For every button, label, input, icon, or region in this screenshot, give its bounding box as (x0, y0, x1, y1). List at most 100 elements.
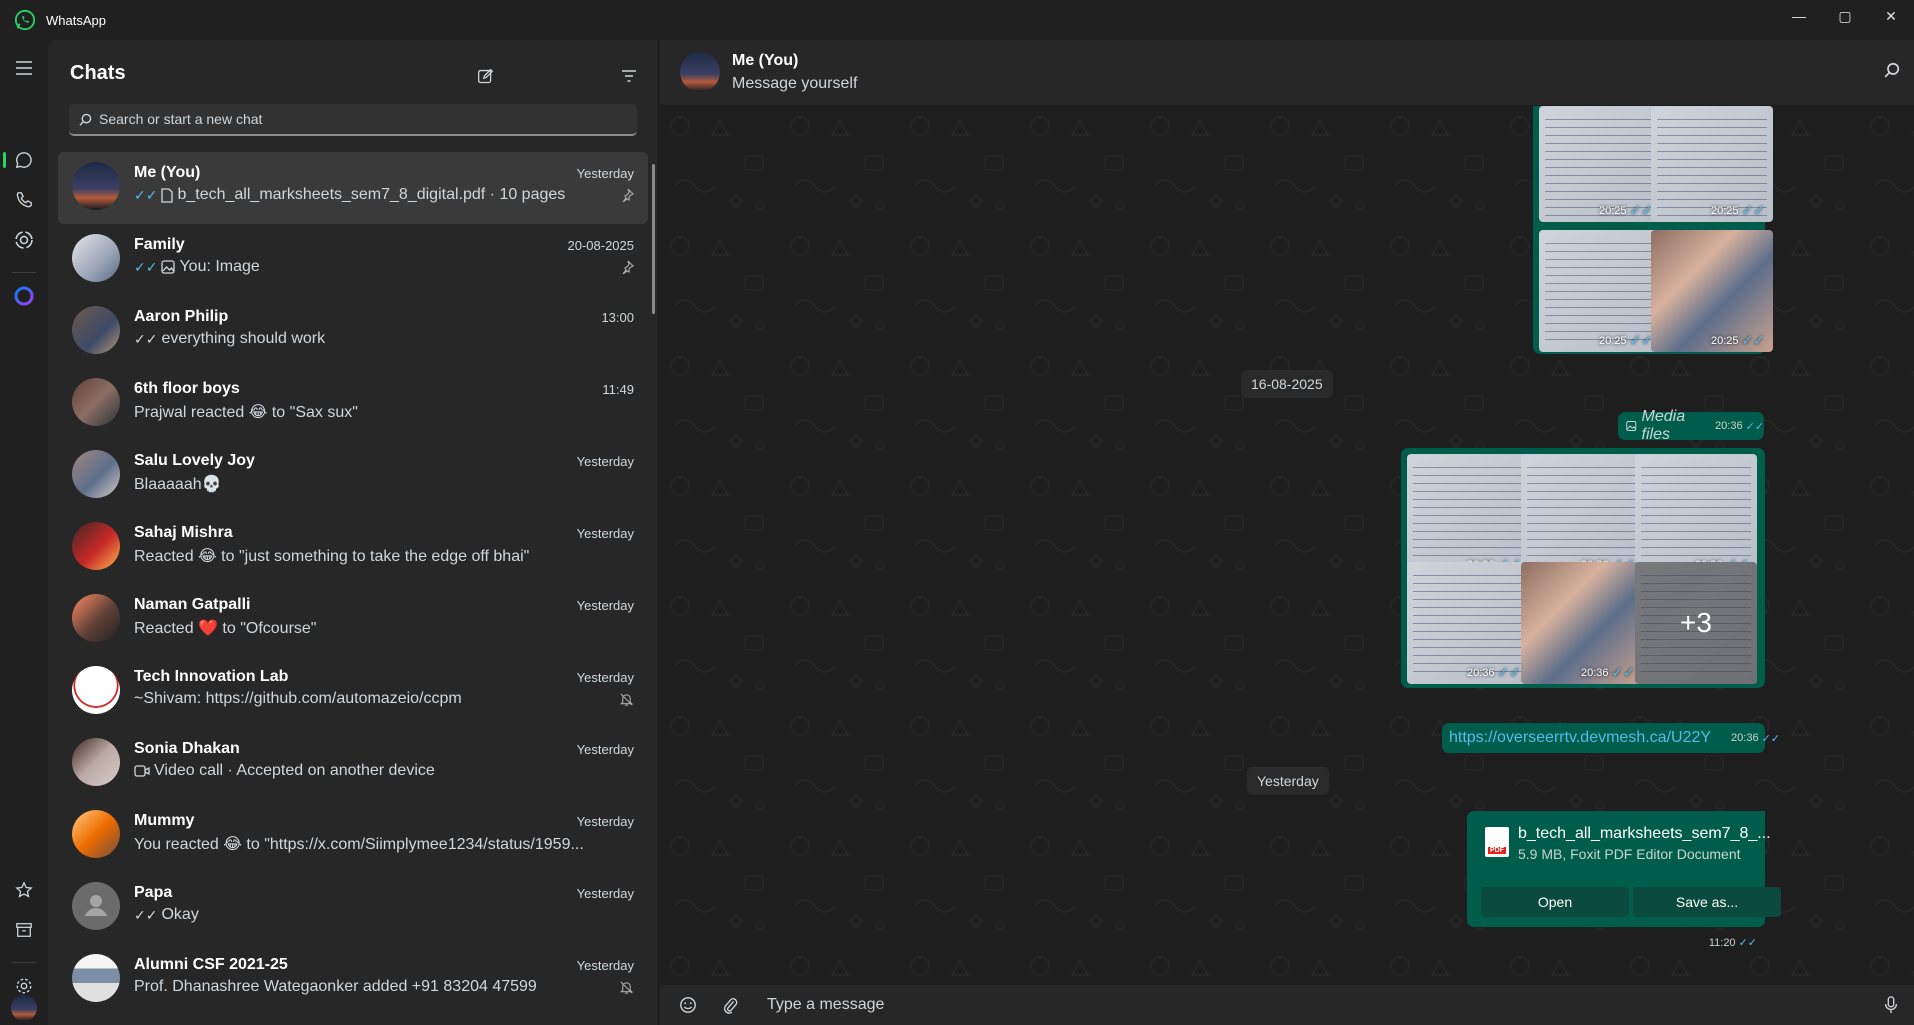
nav-calls-button[interactable] (0, 182, 48, 218)
media-thumbnail[interactable]: 20:36✓✓ (1407, 454, 1529, 576)
list-item[interactable]: 6th floor boys 11:49 Prajwal reacted 😂 to … (58, 368, 648, 440)
media-thumbnail[interactable]: 20:25 ✓✓ (1539, 230, 1661, 352)
maximize-button[interactable]: ▢ (1822, 0, 1868, 32)
chat-time: Yesterday (576, 166, 634, 181)
pdf-file-icon: PDF (1485, 827, 1509, 857)
chat-time: Yesterday (576, 886, 634, 901)
file-card[interactable]: PDF b_tech_all_marksheets_sem7_8_... 5.9… (1473, 817, 1781, 927)
nav-status-button[interactable] (0, 222, 48, 258)
message-link[interactable]: https://overseerrtv.devmesh.ca/U22Y (1449, 729, 1711, 747)
menu-button[interactable] (0, 50, 48, 86)
list-item[interactable]: Sahaj Mishra Yesterday Reacted 😂 to "just … (58, 512, 648, 584)
attach-button[interactable] (720, 995, 740, 1015)
chat-name: Alumni CSF 2021-25 (134, 956, 288, 973)
read-tick-icon: ✓✓ (1761, 732, 1781, 745)
date-separator: 16-08-2025 (1241, 370, 1333, 398)
nav-archived-button[interactable] (0, 912, 48, 948)
archive-icon (16, 923, 32, 937)
navigation-rail (0, 40, 48, 1025)
document-icon (161, 187, 174, 203)
message-time: 20:25 (1599, 204, 1627, 217)
media-files-header[interactable]: Media files 20:36 ✓✓ (1618, 408, 1764, 443)
image-icon (1626, 420, 1637, 432)
chat-preview: ✓✓ b_tech_all_marksheets_sem7_8_digital.p… (134, 186, 565, 204)
list-item[interactable]: Family 20-08-2025 ✓✓ You: Image (58, 224, 648, 296)
meta-ai-icon (14, 286, 34, 306)
list-item[interactable]: Mummy Yesterday You reacted 😂 to "https://… (58, 800, 648, 872)
read-tick-icon: ✓✓ (134, 186, 158, 203)
nav-starred-button[interactable] (0, 872, 48, 908)
media-thumbnail[interactable]: 20:25 ✓✓ (1651, 106, 1773, 222)
chat-preview: Video call · Accepted on another device (134, 762, 435, 780)
list-item[interactable]: Salu Lovely Joy Yesterday Blaaaaah💀 (58, 440, 648, 512)
date-separator: Yesterday (1247, 767, 1329, 795)
chat-preview-text: Prajwal reacted 😂 to "Sax sux" (134, 404, 358, 421)
conversation-header[interactable]: Me (You) Message yourself (660, 40, 1914, 106)
scrollbar-thumb[interactable] (652, 164, 655, 314)
chat-time: Yesterday (576, 742, 634, 757)
search-input[interactable] (99, 111, 619, 127)
list-item[interactable]: Tech Innovation Lab Yesterday ~Shivam: htt… (58, 656, 648, 728)
chat-preview-text: You: Image (179, 258, 260, 275)
minimize-button[interactable]: — (1776, 0, 1822, 32)
video-icon (134, 765, 150, 777)
save-as-button[interactable]: Save as... (1633, 887, 1781, 917)
message-time: 20:25 (1711, 334, 1739, 347)
media-group-message: 20:25 ✓✓ 20:25 ✓✓ 20:25 ✓✓ 20:25 ✓✓ (1533, 106, 1773, 354)
voice-message-button[interactable] (1881, 995, 1901, 1015)
compose-icon (477, 68, 493, 83)
search-box[interactable] (69, 104, 637, 136)
media-group-message: 20:36✓✓ 20:36✓✓ 20:36✓✓ 20:36✓✓ 20:36✓✓ … (1401, 448, 1765, 688)
chat-name: Mummy (134, 812, 195, 829)
emoji-icon (680, 997, 696, 1013)
chat-name: Family (134, 236, 185, 253)
close-button[interactable]: ✕ (1868, 0, 1914, 32)
list-item[interactable]: Me (You) Yesterday ✓✓ b_tech_all_marksheets… (58, 152, 648, 224)
chat-time: 20-08-2025 (567, 238, 635, 253)
more-count: +3 (1635, 562, 1757, 684)
read-tick-icon: ✓✓ (1741, 202, 1765, 218)
delivered-tick-icon: ✓✓ (134, 330, 158, 347)
list-item[interactable]: Alumni CSF 2021-25 Yesterday Prof. Dhanash… (58, 944, 648, 1016)
media-thumbnail[interactable]: 20:36✓✓ (1521, 562, 1643, 684)
list-item[interactable]: Papa Yesterday ✓✓ Okay (58, 872, 648, 944)
chat-preview-text: Reacted ❤️ to "Ofcourse" (134, 620, 317, 637)
media-thumbnail[interactable]: 20:36✓✓ (1635, 454, 1757, 576)
chat-preview: Prajwal reacted 😂 to "Sax sux" (134, 402, 358, 422)
media-thumbnail[interactable]: 20:36✓✓ (1407, 562, 1529, 684)
chat-preview: Reacted ❤️ to "Ofcourse" (134, 618, 316, 638)
new-chat-button[interactable] (471, 62, 499, 90)
chat-preview-text: Okay (161, 906, 199, 923)
avatar (72, 738, 120, 786)
message-time: 20:36 (1581, 666, 1609, 679)
chat-time: Yesterday (576, 814, 634, 829)
avatar[interactable] (680, 52, 720, 92)
media-files-label: Media files (1641, 408, 1686, 443)
nav-meta-ai-button[interactable] (0, 278, 48, 314)
nav-chats-button[interactable] (0, 142, 48, 178)
rail-divider (12, 962, 36, 963)
emoji-button[interactable] (678, 995, 698, 1015)
chat-icon (15, 152, 32, 169)
message-input[interactable] (767, 994, 1827, 1016)
list-item[interactable]: Sonia Dhakan Yesterday Video call · Accept… (58, 728, 648, 800)
avatar (72, 306, 120, 354)
nav-profile-button[interactable] (0, 990, 48, 1025)
avatar (72, 450, 120, 498)
media-more-thumbnail[interactable]: +3 (1635, 562, 1757, 684)
app-title: WhatsApp (46, 12, 106, 28)
chat-name: Naman Gatpalli (134, 596, 251, 613)
filter-button[interactable] (615, 62, 643, 90)
rail-divider (12, 272, 36, 273)
list-item[interactable]: Naman Gatpalli Yesterday Reacted ❤️ to "Of… (58, 584, 648, 656)
search-icon[interactable] (1884, 62, 1900, 78)
muted-bell-icon (619, 692, 634, 712)
list-item[interactable]: Aaron Philip 13:00 ✓✓ everything should wor… (58, 296, 648, 368)
media-thumbnail[interactable]: 20:36✓✓ (1521, 454, 1643, 576)
media-thumbnail[interactable]: 20:25 ✓✓ (1651, 230, 1773, 352)
open-file-button[interactable]: Open (1481, 887, 1629, 917)
chat-preview-text: You reacted 😂 to "https://x.com/Siimplym… (134, 836, 584, 853)
hamburger-icon (16, 61, 32, 75)
default-avatar-icon (85, 895, 107, 916)
media-thumbnail[interactable]: 20:25 ✓✓ (1539, 106, 1661, 222)
